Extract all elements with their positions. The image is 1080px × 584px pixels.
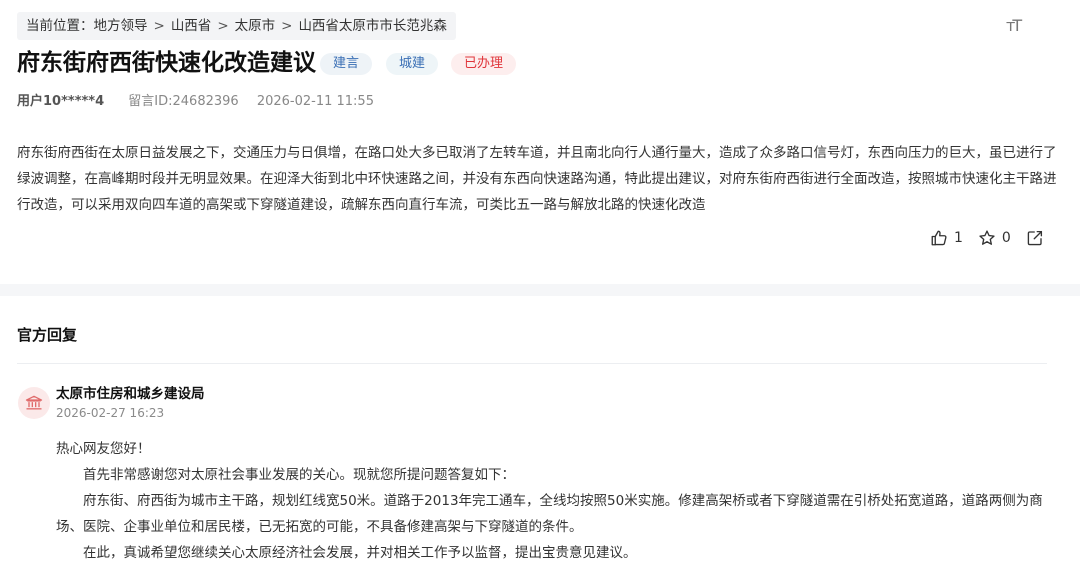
reply-greeting: 热心网友您好！	[56, 441, 151, 457]
post-user: 用户10*****4	[17, 94, 105, 109]
reply-org-name: 太原市住房和城乡建设局	[56, 386, 205, 402]
post-actions: 1 0	[930, 229, 1059, 247]
breadcrumb-item-taiyuan[interactable]: 太原市	[235, 12, 276, 40]
breadcrumb-item-shanxi[interactable]: 山西省	[171, 12, 212, 40]
message-id: 留言ID:24682396	[128, 94, 239, 109]
star-icon	[979, 230, 995, 245]
divider	[17, 363, 1047, 364]
breadcrumb-item-mayor[interactable]: 山西省太原市市长范兆森	[298, 12, 447, 40]
breadcrumb: 当前位置： 地方领导 > 山西省 > 太原市 > 山西省太原市市长范兆森	[17, 12, 456, 40]
favorite-count: 0	[1001, 230, 1011, 246]
reply-datetime: 2026-02-27 16:23	[56, 406, 165, 420]
tag-urban-construction: 城建	[386, 53, 439, 75]
post-datetime: 2026-02-11 11:55	[256, 94, 374, 109]
breadcrumb-prefix: 当前位置：	[26, 18, 94, 34]
tag-suggestion: 建言	[320, 53, 373, 75]
government-building-icon	[18, 387, 50, 419]
reply-paragraph: 府东街、府西街为城市主干路，规划红线宽50米。道路于2013年完工通车，全线均按…	[56, 493, 1043, 535]
reply-body: 热心网友您好！ 首先非常感谢您对太原社会事业发展的关心。现就您所提问题答复如下：…	[56, 436, 1056, 566]
reply-paragraph: 在此，真诚希望您继续关心太原经济社会发展，并对相关工作予以监督，提出宝贵意见建议…	[83, 545, 637, 561]
post-card: 当前位置： 地方领导 > 山西省 > 太原市 > 山西省太原市市长范兆森 ᴛT …	[0, 0, 1080, 284]
page-title: 府东街府西街快速化改造建议	[17, 50, 316, 76]
status-badge: 已办理	[451, 53, 517, 75]
reply-paragraph: 首先非常感谢您对太原社会事业发展的关心。现就您所提问题答复如下：	[83, 467, 515, 483]
post-meta: 用户10*****4 留言ID:24682396 2026-02-11 11:5…	[17, 93, 374, 111]
thumbs-up-icon	[931, 230, 947, 246]
breadcrumb-separator: >	[153, 18, 165, 34]
favorite-button[interactable]: 0	[978, 229, 1011, 247]
like-count: 1	[954, 230, 963, 246]
font-size-icon[interactable]: ᴛT	[1006, 16, 1028, 36]
share-icon	[1027, 230, 1042, 246]
breadcrumb-item-local-leaders[interactable]: 地方领导	[94, 12, 148, 40]
post-body: 府东街府西街在太原日益发展之下，交通压力与日俱增，在路口处大多已取消了左转车道，…	[17, 145, 1057, 213]
breadcrumb-separator: >	[217, 18, 229, 34]
like-button[interactable]: 1	[930, 229, 963, 247]
breadcrumb-separator: >	[281, 18, 293, 34]
official-reply-heading: 官方回复	[17, 326, 78, 344]
share-button[interactable]	[1026, 229, 1044, 247]
